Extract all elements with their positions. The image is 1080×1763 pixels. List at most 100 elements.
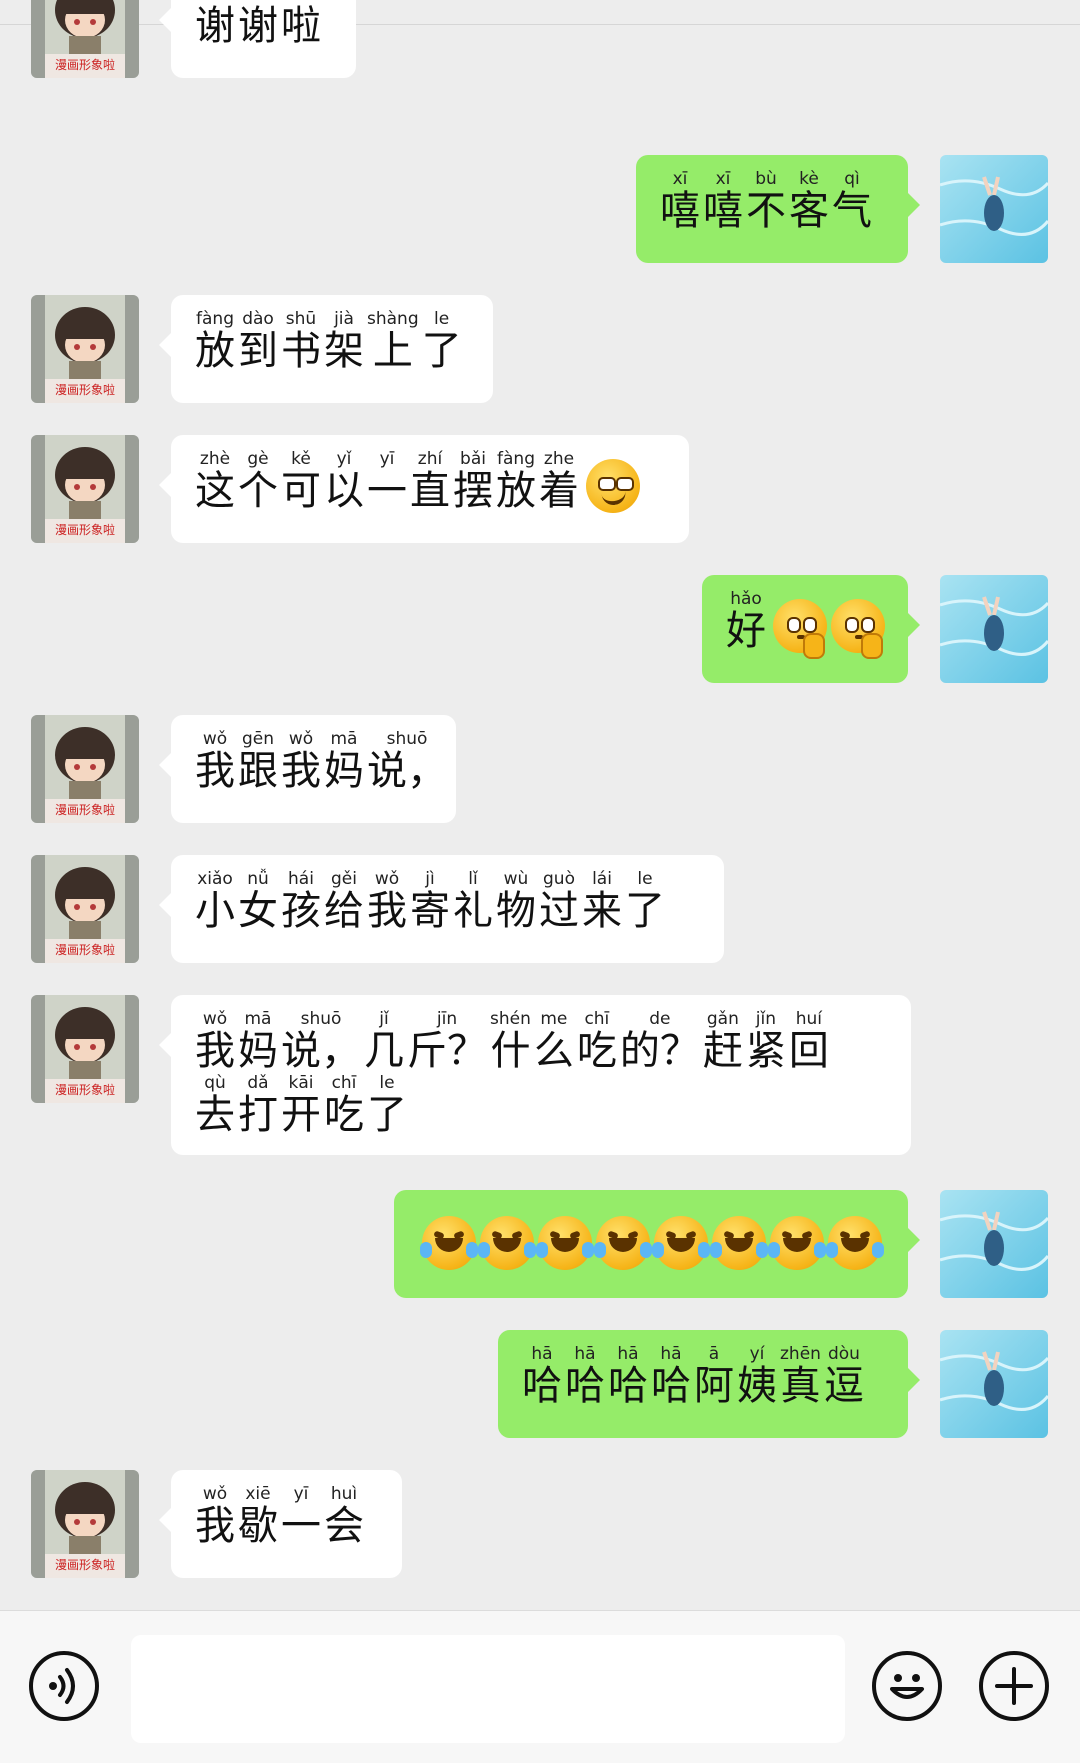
message-bubble[interactable]: wǒ 我 mā 妈 shuō 说， jǐ 几 jīn 斤？ shén 什 me 么 chī 吃 de 的？ gǎn 赶…	[159, 995, 911, 1155]
chat-message-list[interactable]: 漫画形象啦xiè谢xiè谢lā啦xī嘻xī嘻bù不kè客qì气漫画形象啦fàng…	[0, 0, 1080, 1610]
hanzi-text: 几	[364, 1028, 404, 1074]
avatar-caption: 漫画形象啦	[54, 943, 115, 957]
pinyin-text: gè	[247, 449, 269, 469]
ruby-glyph: xiè谢	[238, 0, 278, 48]
message-bubble[interactable]: xiǎo 小 nǚ 女 hái 孩 gěi 给 wǒ 我 jì 寄 lǐ 礼 wù 物 guò 过 lái 来 le 了	[159, 855, 724, 963]
hanzi-text: 书	[281, 328, 321, 374]
hanzi-text: 了	[367, 1092, 407, 1138]
laugh-emoji-icon	[768, 1216, 826, 1270]
message-bubble[interactable]: xī 嘻 xī 嘻 bù 不 kè 客 qì 气	[636, 155, 920, 263]
hanzi-text: 我	[281, 748, 321, 794]
hanzi-text: 摆	[453, 468, 493, 514]
hanzi-text: 我	[367, 888, 407, 934]
ruby-glyph: hái 孩	[281, 869, 321, 933]
pinyin-text: dǎ	[247, 1073, 269, 1093]
pinyin-text: kě	[291, 449, 311, 469]
pinyin-text: chī	[331, 1073, 357, 1093]
message-text-line: wǒ 我 gēn 跟 wǒ 我 mā 妈 shuō 说，	[195, 729, 447, 794]
hanzi-text: 过	[539, 888, 579, 934]
pinyin-text: zhí	[417, 449, 443, 469]
message-bubble[interactable]	[394, 1190, 920, 1298]
pinyin-text: me	[540, 1009, 568, 1029]
ruby-glyph: jǐn 紧	[746, 1009, 786, 1073]
contact-avatar[interactable]: 漫画形象啦	[31, 995, 139, 1103]
pinyin-text: zhe	[543, 449, 575, 469]
pinyin-text: mā	[330, 729, 358, 749]
my-avatar[interactable]	[940, 1330, 1048, 1438]
pinyin-text: shuō	[300, 1009, 342, 1029]
contact-avatar[interactable]: 漫画形象啦	[31, 0, 139, 78]
ruby-glyph: wǒ 我	[367, 869, 407, 933]
contact-avatar[interactable]: 漫画形象啦	[31, 715, 139, 823]
pinyin-text: zhēn	[780, 1344, 821, 1364]
voice-icon	[49, 1668, 75, 1704]
contact-avatar[interactable]: 漫画形象啦	[31, 855, 139, 963]
message-input[interactable]	[131, 1635, 845, 1743]
message-bubble[interactable]: wǒ 我 xiē 歇 yī 一 huì 会	[159, 1470, 402, 1578]
ruby-glyph: chī 吃	[577, 1009, 617, 1073]
hanzi-text: 可	[281, 468, 321, 514]
contact-avatar[interactable]: 漫画形象啦	[31, 295, 139, 403]
ruby-glyph: jià 架	[324, 309, 364, 373]
hanzi-text: 的？	[619, 1028, 700, 1074]
message-bubble[interactable]: xiè谢xiè谢lā啦	[159, 0, 356, 78]
laugh-emoji-icon	[536, 1216, 594, 1270]
message-bubble[interactable]: hǎo 好	[702, 575, 920, 683]
message-bubble[interactable]: fàng 放 dào 到 shū 书 jià 架 shàng 上 le 了	[159, 295, 493, 403]
ruby-glyph: huì 会	[324, 1484, 364, 1548]
ruby-glyph: hā 哈	[608, 1344, 648, 1408]
pinyin-text: huì	[330, 1484, 358, 1504]
pinyin-text: hā	[574, 1344, 596, 1364]
pinyin-text: wǒ	[374, 869, 400, 889]
hanzi-text: 个	[238, 468, 278, 514]
pinyin-text: yí	[749, 1344, 765, 1364]
pinyin-text: guò	[543, 869, 575, 889]
avatar-caption: 漫画形象啦	[54, 383, 115, 397]
my-avatar[interactable]	[940, 1190, 1048, 1298]
ruby-glyph: fàng 放	[195, 309, 235, 373]
ruby-glyph: wǒ 我	[195, 1009, 235, 1073]
pinyin-text: zhè	[199, 449, 231, 469]
pinyin-text: wǒ	[288, 729, 314, 749]
pinyin-text: le	[637, 869, 653, 889]
message-bubble[interactable]: hā 哈 hā 哈 hā 哈 hā 哈 ā 阿 yí 姨 zhēn 真 dòu 逗	[498, 1330, 920, 1438]
pinyin-text: jǐ	[379, 1009, 389, 1029]
ruby-glyph: gǎn 赶	[703, 1009, 743, 1073]
hanzi-text: 谢	[238, 3, 278, 49]
voice-button[interactable]	[29, 1651, 99, 1721]
my-avatar[interactable]	[940, 155, 1048, 263]
pinyin-text: fàng	[497, 449, 535, 469]
message-bubble[interactable]: wǒ 我 gēn 跟 wǒ 我 mā 妈 shuō 说，	[159, 715, 456, 823]
pinyin-text: qù	[204, 1073, 226, 1093]
ruby-glyph: shuō 说，	[367, 729, 447, 793]
hanzi-text: 给	[324, 888, 364, 934]
ruby-glyph: lǐ 礼	[453, 869, 493, 933]
ruby-glyph: xiē 歇	[238, 1484, 278, 1548]
pinyin-text: dào	[242, 309, 274, 329]
message-text-line: zhè 这 gè 个 kě 可 yǐ 以 yī 一 zhí 直 bǎi 摆 fàng 放 zhe 着	[195, 449, 667, 513]
ruby-glyph: qù 去	[195, 1073, 235, 1137]
ruby-glyph: fàng 放	[496, 449, 536, 513]
avatar-caption: 漫画形象啦	[54, 1558, 115, 1572]
ruby-glyph: dào 到	[238, 309, 278, 373]
message-bubble[interactable]: zhè 这 gè 个 kě 可 yǐ 以 yī 一 zhí 直 bǎi 摆 fàng 放 zhe 着	[159, 435, 689, 543]
input-bar	[0, 1610, 1080, 1763]
emoji-button[interactable]	[872, 1651, 942, 1721]
my-avatar[interactable]	[940, 575, 1048, 683]
contact-avatar[interactable]: 漫画形象啦	[31, 435, 139, 543]
hanzi-text: 来	[582, 888, 622, 934]
contact-avatar[interactable]: 漫画形象啦	[31, 1470, 139, 1578]
ruby-glyph: hā 哈	[522, 1344, 562, 1408]
ruby-glyph: shén 什	[490, 1009, 531, 1073]
pinyin-text: yǐ	[336, 449, 352, 469]
pinyin-text: ā	[708, 1344, 720, 1364]
ruby-glyph: zhēn 真	[780, 1344, 821, 1408]
pinyin-text: shén	[490, 1009, 531, 1029]
ruby-glyph: wǒ 我	[195, 1484, 235, 1548]
pinyin-text: le	[434, 309, 450, 329]
ruby-glyph: nǚ 女	[238, 869, 278, 933]
hanzi-text: 嘻	[660, 188, 700, 234]
ruby-glyph: gè 个	[238, 449, 278, 513]
ruby-glyph: jǐ 几	[364, 1009, 404, 1073]
more-button[interactable]	[979, 1651, 1049, 1721]
